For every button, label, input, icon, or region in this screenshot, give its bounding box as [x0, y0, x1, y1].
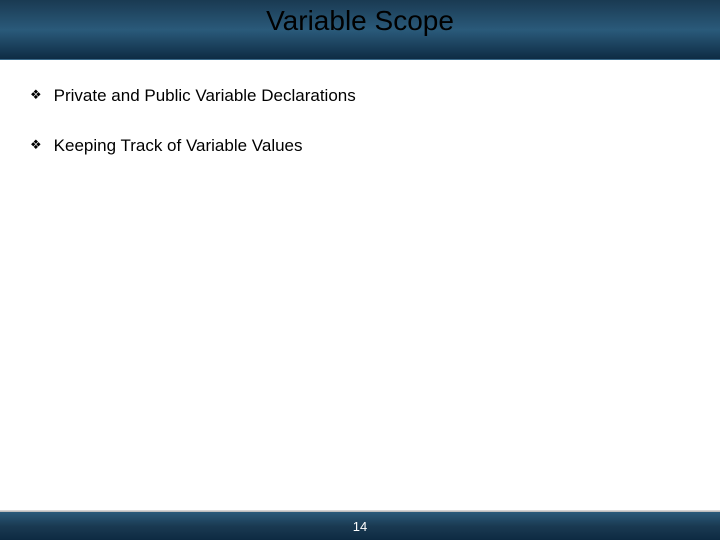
- bullet-text: Private and Public Variable Declarations: [54, 85, 356, 107]
- bullet-text: Keeping Track of Variable Values: [54, 135, 303, 157]
- list-item: ❖ Keeping Track of Variable Values: [30, 135, 690, 157]
- page-number: 14: [353, 519, 367, 534]
- slide-title: Variable Scope: [266, 5, 454, 37]
- list-item: ❖ Private and Public Variable Declaratio…: [30, 85, 690, 107]
- slide-footer: 14: [0, 512, 720, 540]
- slide-content: ❖ Private and Public Variable Declaratio…: [0, 60, 720, 210]
- diamond-bullet-icon: ❖: [30, 137, 42, 153]
- diamond-bullet-icon: ❖: [30, 87, 42, 103]
